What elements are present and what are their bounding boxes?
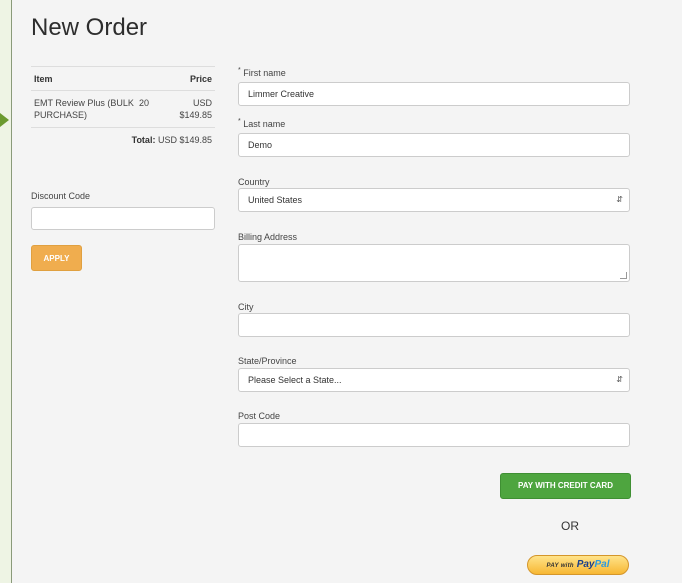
discount-code-label: Discount Code	[31, 191, 91, 201]
required-mark: *	[238, 118, 241, 125]
country-selected-value: United States	[248, 195, 303, 205]
first-name-input[interactable]: Limmer Creative	[238, 82, 630, 106]
state-selected-value: Please Select a State...	[248, 375, 342, 385]
order-total: Total: USD $149.85	[31, 128, 215, 152]
up-down-caret-icon: ⇵	[616, 195, 623, 204]
total-value: USD $149.85	[157, 135, 212, 145]
item-quantity: 20	[139, 98, 150, 108]
post-code-label: Post Code	[238, 411, 281, 421]
page-title: New Order	[31, 14, 148, 41]
paypal-brand-pay: Pay	[576, 559, 595, 570]
last-name-input[interactable]: Demo	[238, 133, 630, 157]
country-label: Country	[238, 177, 270, 187]
required-mark: *	[238, 67, 241, 74]
item-column-header: Item	[34, 74, 53, 84]
first-name-label-text: First name	[243, 68, 286, 78]
price-column-header: Price	[189, 74, 212, 84]
state-province-label: State/Province	[238, 356, 297, 366]
paypal-brand-pal: Pal	[594, 559, 610, 570]
first-name-label: * First name	[238, 67, 286, 78]
total-label: Total:	[131, 135, 156, 145]
or-separator: OR	[561, 519, 579, 533]
item-price: USD $149.85	[179, 98, 212, 120]
discount-code-input[interactable]	[31, 207, 215, 230]
city-label: City	[238, 302, 254, 312]
last-name-label: * Last name	[238, 118, 285, 129]
apply-discount-button[interactable]: APPLY	[31, 245, 82, 271]
post-code-input[interactable]	[238, 423, 630, 447]
arrow-right-icon	[0, 113, 9, 127]
country-select[interactable]: United States ⇵	[238, 188, 630, 212]
paypal-prefix: PAY with	[546, 563, 574, 569]
city-input[interactable]	[238, 313, 630, 337]
resize-grip-icon[interactable]	[620, 272, 627, 279]
table-row: EMT Review Plus (BULK PURCHASE) 20 USD $…	[31, 91, 215, 128]
billing-address-textarea[interactable]	[238, 244, 630, 282]
table-header: Item Price	[31, 66, 215, 91]
state-province-select[interactable]: Please Select a State... ⇵	[238, 368, 630, 392]
billing-address-label: Billing Address	[238, 232, 298, 242]
pay-with-paypal-button[interactable]: PAY with PayPal	[527, 555, 629, 575]
item-name: EMT Review Plus (BULK PURCHASE)	[34, 98, 134, 120]
up-down-caret-icon: ⇵	[616, 375, 623, 384]
order-summary-table: Item Price EMT Review Plus (BULK PURCHAS…	[31, 66, 215, 152]
last-name-label-text: Last name	[243, 119, 286, 129]
pay-with-credit-card-button[interactable]: PAY WITH CREDIT CARD	[500, 473, 631, 499]
